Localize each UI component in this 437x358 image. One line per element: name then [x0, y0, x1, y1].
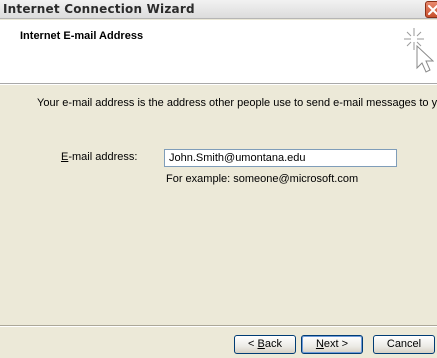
page-title: Internet E-mail Address: [20, 30, 144, 42]
back-button-prefix: <: [248, 338, 258, 350]
wizard-header: Internet E-mail Address: [0, 20, 437, 84]
title-bar[interactable]: Internet Connection Wizard: [0, 0, 437, 19]
back-button[interactable]: < Back: [234, 335, 296, 354]
email-field-label: E-mail address:: [61, 151, 137, 163]
cancel-button[interactable]: Cancel: [373, 335, 435, 354]
wizard-window: Internet Connection Wizard Internet E-ma…: [0, 0, 437, 358]
close-icon: [428, 5, 437, 15]
window-title: Internet Connection Wizard: [3, 2, 195, 16]
back-button-rest: ack: [264, 338, 282, 350]
next-button[interactable]: Next >: [301, 335, 363, 354]
wizard-cursor-sparkle-icon: [404, 26, 435, 77]
close-button[interactable]: [425, 1, 437, 18]
email-label-rest: -mail address:: [68, 151, 138, 163]
email-field[interactable]: [164, 149, 397, 167]
next-button-accel: N: [315, 338, 324, 350]
next-button-rest: ext >: [323, 338, 349, 350]
back-button-accel: B: [257, 338, 265, 350]
example-text: For example: someone@microsoft.com: [166, 173, 359, 185]
footer-separator: [0, 325, 437, 327]
description-text: Your e-mail address is the address other…: [37, 97, 437, 109]
